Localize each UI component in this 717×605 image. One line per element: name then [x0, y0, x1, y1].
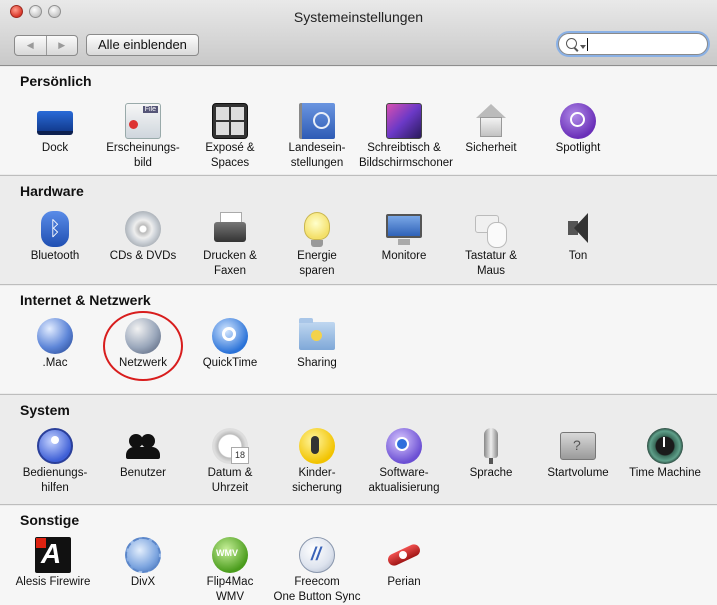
desktop-screensaver-icon [386, 103, 422, 139]
pref-label: QuickTime [202, 357, 258, 369]
pref-label: Datum & Uhrzeit [207, 467, 253, 494]
search-menu-icon[interactable] [580, 45, 586, 49]
bluetooth-icon: ᛒ [41, 211, 69, 247]
printer-icon [212, 211, 248, 247]
network-highlight-circle [103, 311, 183, 381]
section-title: Persönlich [20, 73, 92, 89]
section-divider [0, 504, 717, 505]
pref-label: Sharing [297, 357, 337, 369]
wmv-icon [212, 537, 248, 573]
pref-label: Time Machine [629, 467, 701, 479]
alesis-icon [35, 537, 71, 573]
mac-globe-icon [37, 318, 73, 354]
date-time-icon [212, 428, 249, 464]
system-preferences-window: Systemeinstellungen ◀ ▶ Alle einblenden … [0, 0, 717, 605]
time-machine-icon [647, 428, 683, 464]
text-cursor [587, 38, 588, 51]
pref-label: Startvolume [547, 467, 609, 479]
pref-label: DivX [130, 576, 156, 588]
perian-icon [386, 537, 422, 573]
pref-label: Dock [41, 142, 69, 154]
pref-label: CDs & DVDs [109, 250, 177, 262]
section-title: System [20, 402, 70, 418]
pref-label: Erscheinungs- bild [106, 142, 180, 169]
pref-label: Ton [568, 250, 588, 262]
universal-access-icon [37, 428, 73, 464]
back-button[interactable]: ◀ [15, 36, 46, 55]
pref-label: Tastatur & Maus [465, 250, 517, 277]
section-title: Sonstige [20, 512, 80, 528]
pref-label: Freecom One Button Sync [273, 576, 361, 603]
pref-label: Spotlight [555, 142, 601, 154]
pref-label: Landesein- stellungen [288, 142, 346, 169]
pref-label: .Mac [42, 357, 68, 369]
pref-label: Perian [387, 576, 421, 588]
spotlight-icon [560, 103, 596, 139]
pref-label: Schreibtisch & Bildschirmschoner [359, 142, 453, 169]
pref-label: Benutzer [119, 467, 167, 479]
pref-label: Sicherheit [465, 142, 517, 154]
show-all-button[interactable]: Alle einblenden [86, 34, 199, 56]
pref-label: Sprache [469, 467, 513, 479]
speaker-icon [560, 211, 596, 247]
dock-icon [37, 111, 73, 135]
window-title: Systemeinstellungen [293, 9, 424, 25]
pref-label: Alesis Firewire [15, 576, 91, 588]
sharing-folder-icon [299, 318, 335, 350]
section-personal: Persönlich Dock Erscheinungs- bild Expos… [0, 67, 717, 174]
section-title: Internet & Netzwerk [20, 292, 151, 308]
section-divider [0, 284, 717, 285]
pref-label: Energie sparen [297, 250, 337, 277]
section-divider [0, 175, 717, 176]
international-icon [299, 103, 335, 139]
title-toolbar: Systemeinstellungen ◀ ▶ Alle einblenden [0, 0, 717, 66]
accounts-icon [125, 428, 161, 464]
back-forward-control: ◀ ▶ [14, 35, 78, 56]
section-hardware: Hardware ᛒ Bluetooth CDs & DVDs Drucken … [0, 177, 717, 283]
pref-label: Bedienungs- hilfen [22, 467, 88, 494]
security-icon [473, 103, 509, 139]
quicktime-icon [212, 318, 248, 354]
pref-label: Kinder- sicherung [292, 467, 342, 494]
forward-button[interactable]: ▶ [45, 36, 78, 55]
search-field[interactable] [558, 33, 708, 55]
pref-label: Flip4Mac WMV [206, 576, 254, 603]
search-icon [566, 38, 577, 49]
pref-label: Monitore [381, 250, 427, 262]
section-title: Hardware [20, 183, 84, 199]
section-divider [0, 394, 717, 395]
keyboard-mouse-icon [473, 211, 509, 248]
energy-saver-icon [304, 212, 330, 247]
expose-spaces-icon [212, 103, 248, 139]
parental-controls-icon [299, 428, 335, 464]
section-system: System Bedienungs- hilfen Benutzer Datum… [0, 396, 717, 503]
software-update-icon [386, 428, 422, 464]
pref-label: Exposé & Spaces [205, 142, 255, 169]
pref-label: Software- aktualisierung [368, 467, 440, 494]
monitor-icon [386, 214, 422, 245]
microphone-icon [484, 428, 498, 464]
freecom-icon [299, 537, 335, 573]
appearance-icon [125, 103, 161, 139]
startup-disk-icon [560, 432, 596, 460]
pref-label: Bluetooth [30, 250, 80, 262]
section-other: Sonstige Alesis Firewire DivX Flip4Mac W… [0, 506, 717, 605]
cd-dvd-icon [125, 211, 161, 247]
pref-label: Drucken & Faxen [203, 250, 257, 277]
divx-icon [125, 537, 161, 573]
